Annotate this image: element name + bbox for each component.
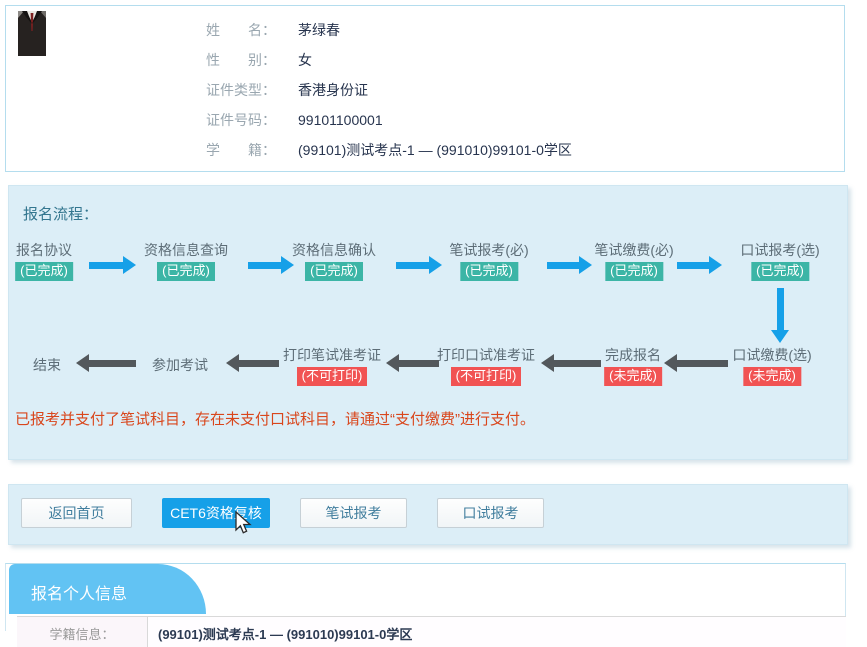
row-value: (99101)测试考点-1 — (991010)99101-0学区 <box>148 617 846 647</box>
arrow-left-icon <box>76 354 136 372</box>
flow-step-print-oral-ticket: 打印口试准考证 (不可打印) <box>437 348 535 386</box>
field-label: 证件类型： <box>206 80 282 100</box>
oral-exam-register-button[interactable]: 口试报考 <box>437 498 544 528</box>
flow-title: 报名流程： <box>23 203 98 224</box>
field-value: 女 <box>298 50 312 70</box>
flow-step-complete-registration: 完成报名 (未完成) <box>604 348 662 386</box>
action-buttons-panel: 返回首页 CET6资格复核 笔试报考 口试报考 <box>8 484 848 545</box>
flow-step-oral-payment: 口试缴费(选) (未完成) <box>732 348 811 386</box>
status-badge: (已完成) <box>15 262 73 281</box>
status-badge: (不可打印) <box>297 367 368 386</box>
flow-step-take-exam: 参加考试 <box>152 358 208 373</box>
avatar <box>18 11 46 56</box>
flow-step-qualification-query: 资格信息查询 (已完成) <box>144 243 228 281</box>
profile-fields: 姓 名： 茅绿春 性 别： 女 证件类型： 香港身份证 证件号码： 9910110000… <box>206 20 572 170</box>
step-label: 打印笔试准考证 <box>283 348 381 363</box>
written-exam-register-button[interactable]: 笔试报考 <box>300 498 407 528</box>
return-home-button[interactable]: 返回首页 <box>21 498 132 528</box>
field-label: 性 别： <box>206 50 282 70</box>
field-label: 学 籍： <box>206 140 282 160</box>
status-badge: (已完成) <box>605 262 663 281</box>
status-badge: (已完成) <box>460 262 518 281</box>
arrow-right-icon <box>396 256 442 274</box>
step-label: 资格信息查询 <box>144 243 228 258</box>
step-label: 笔试缴费(必) <box>594 243 673 258</box>
flow-step-written-registration: 笔试报考(必) (已完成) <box>449 243 528 281</box>
step-label: 打印口试准考证 <box>437 348 535 363</box>
cet6-review-button[interactable]: CET6资格复核 <box>162 498 270 528</box>
arrow-right-icon <box>248 256 294 274</box>
step-label: 资格信息确认 <box>292 243 376 258</box>
flow-step-qualification-confirm: 资格信息确认 (已完成) <box>292 243 376 281</box>
arrow-right-icon <box>677 256 722 274</box>
status-badge: (已完成) <box>751 262 809 281</box>
field-label: 证件号码： <box>206 110 282 130</box>
field-value: 茅绿春 <box>298 20 340 40</box>
row-label: 学籍信息： <box>17 617 148 647</box>
status-badge: (已完成) <box>305 262 363 281</box>
arrow-right-icon <box>89 256 136 274</box>
field-id-type: 证件类型： 香港身份证 <box>206 80 572 110</box>
step-label: 口试报考(选) <box>740 243 819 258</box>
arrow-left-icon <box>664 354 728 372</box>
flow-step-written-payment: 笔试缴费(必) (已完成) <box>594 243 673 281</box>
field-value: 香港身份证 <box>298 80 368 100</box>
step-label: 笔试报考(必) <box>449 243 528 258</box>
flow-step-finish: 结束 <box>33 358 61 373</box>
field-school-roll: 学 籍： (99101)测试考点-1 — (991010)99101-0学区 <box>206 140 572 170</box>
button-row: 返回首页 CET6资格复核 笔试报考 口试报考 <box>21 498 544 528</box>
cet-registration-page: { "profile": { "fields": [ { "label": "姓… <box>0 0 867 631</box>
step-label: 报名协议 <box>15 243 73 258</box>
table-row: 学籍信息： (99101)测试考点-1 — (991010)99101-0学区 <box>17 616 846 647</box>
personal-info-panel: 报名个人信息 学籍信息： (99101)测试考点-1 — (991010)991… <box>5 563 846 631</box>
status-badge: (不可打印) <box>451 367 522 386</box>
flow-step-agreement: 报名协议 (已完成) <box>15 243 73 281</box>
field-gender: 性 别： 女 <box>206 50 572 80</box>
field-name: 姓 名： 茅绿春 <box>206 20 572 50</box>
arrow-right-icon <box>547 256 592 274</box>
step-label: 口试缴费(选) <box>732 348 811 363</box>
status-badge: (未完成) <box>743 367 801 386</box>
field-id-number: 证件号码： 99101100001 <box>206 110 572 140</box>
flow-step-print-written-ticket: 打印笔试准考证 (不可打印) <box>283 348 381 386</box>
arrow-left-icon <box>386 354 439 372</box>
flow-step-oral-registration: 口试报考(选) (已完成) <box>740 243 819 281</box>
profile-panel: 姓 名： 茅绿春 性 别： 女 证件类型： 香港身份证 证件号码： 9910110000… <box>5 5 845 172</box>
registration-flow-panel: 报名流程： 报名协议 (已完成) 资格信息查询 (已完成) 资格信息确认 (已完… <box>8 185 848 460</box>
step-label: 完成报名 <box>604 348 662 363</box>
field-label: 姓 名： <box>206 20 282 40</box>
payment-notice: 已报考并支付了笔试科目，存在未支付口试科目，请通过“支付缴费”进行支付。 <box>15 408 535 429</box>
status-badge: (未完成) <box>604 367 662 386</box>
arrow-left-icon <box>541 354 601 372</box>
status-badge: (已完成) <box>157 262 215 281</box>
tab-title: 报名个人信息 <box>31 580 127 604</box>
step-label: 结束 <box>33 358 61 373</box>
arrow-down-icon <box>771 288 789 343</box>
personal-info-tab: 报名个人信息 <box>9 564 206 614</box>
arrow-left-icon <box>226 354 279 372</box>
field-value: (99101)测试考点-1 — (991010)99101-0学区 <box>298 140 572 160</box>
field-value: 99101100001 <box>298 110 383 130</box>
step-label: 参加考试 <box>152 358 208 373</box>
